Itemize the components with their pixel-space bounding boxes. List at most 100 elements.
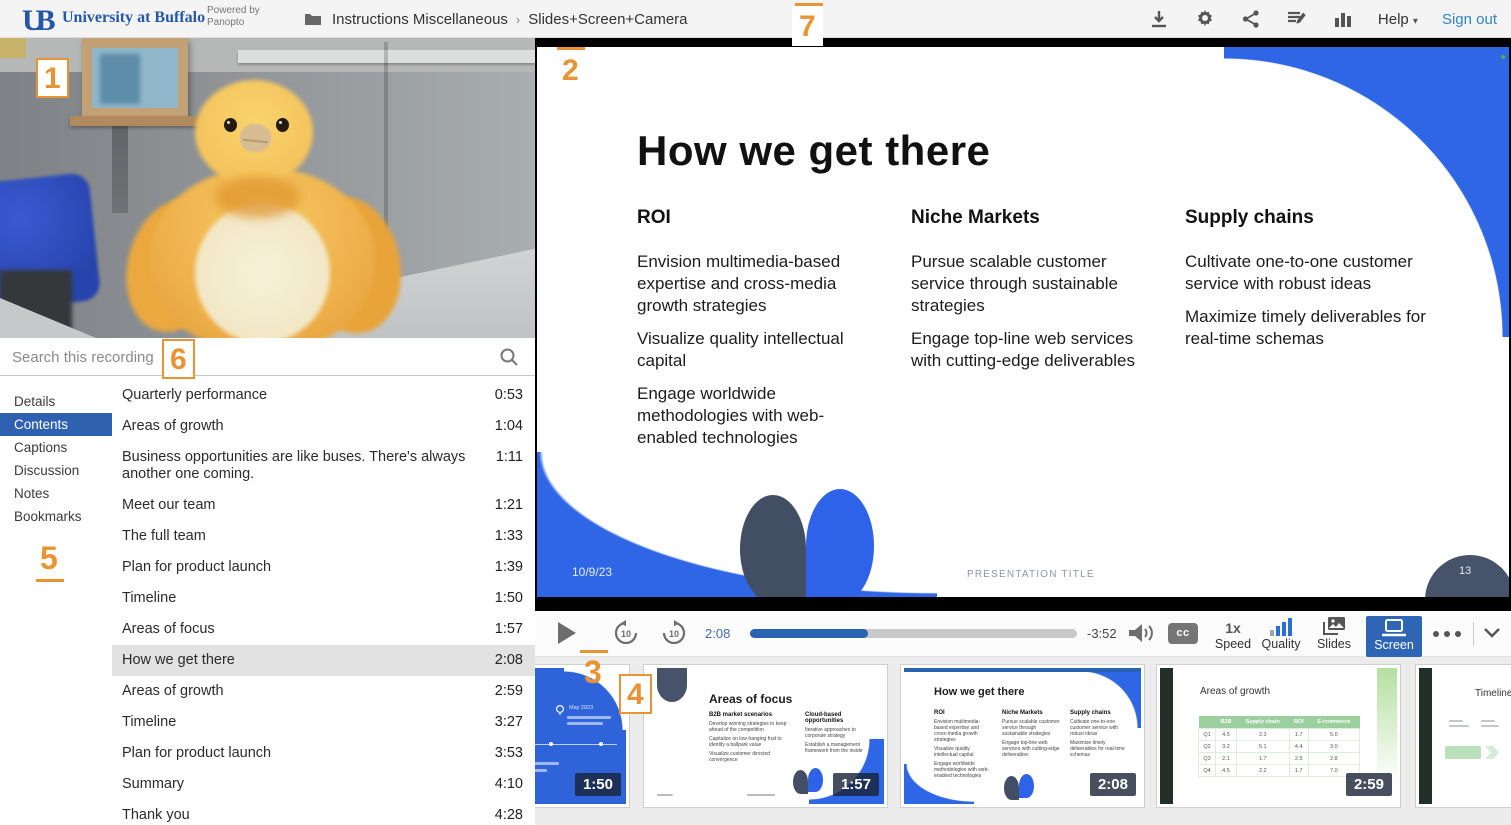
slide-column-niche-markets: Niche Markets Pursue scalable customer s… (911, 207, 1153, 460)
annotation-bar (795, 3, 823, 6)
annotation-label-5: 5 (40, 542, 58, 574)
slide-date: 10/9/23 (572, 565, 612, 579)
captions-toggle[interactable]: cc (1168, 623, 1198, 644)
search-bar (0, 338, 535, 376)
slide-view: How we get there ROI Envision multimedia… (537, 47, 1509, 597)
screen-control-active[interactable]: Screen (1366, 616, 1422, 657)
folder-icon (302, 8, 324, 30)
annotation-bar (580, 650, 608, 653)
overflow-menu-icon[interactable] (1433, 631, 1461, 637)
download-icon[interactable] (1148, 8, 1170, 30)
sign-out-link[interactable]: Sign out (1442, 11, 1497, 28)
thumb-timestamp: 1:50 (575, 773, 621, 796)
thumb-timestamp: 1:57 (833, 773, 879, 796)
sidebar-item-notes[interactable]: Notes (0, 482, 112, 505)
slide-page-number: 13 (1459, 565, 1471, 577)
quality-label: Quality (1255, 637, 1307, 651)
contents-row[interactable]: Areas of focus1:57 (112, 614, 535, 645)
forward-10-icon[interactable]: 10 (661, 620, 687, 646)
help-menu[interactable]: Help ▾ (1378, 11, 1418, 28)
slides-icon (1311, 616, 1357, 636)
slides-control[interactable]: Slides (1311, 616, 1357, 651)
thumbnail-strip: May 2023 1:50 Areas of focus (535, 657, 1511, 825)
contents-row[interactable]: Areas of growth1:04 (112, 411, 535, 442)
contents-row-current[interactable]: How we get there2:08 (112, 645, 535, 676)
sidebar-item-bookmarks[interactable]: Bookmarks (0, 505, 112, 528)
help-caret-icon: ▾ (1413, 16, 1418, 27)
chevron-down-icon[interactable] (1483, 626, 1501, 640)
sidebar-item-contents[interactable]: Contents (0, 413, 112, 436)
contents-row[interactable]: Timeline3:27 (112, 707, 535, 738)
current-time: 2:08 (705, 626, 730, 641)
breadcrumb-parent[interactable]: Instructions Miscellaneous (332, 11, 508, 28)
control-divider (1473, 622, 1474, 646)
slide-column-roi: ROI Envision multimedia-based expertise … (637, 207, 879, 460)
slide-columns: ROI Envision multimedia-based expertise … (637, 207, 1427, 460)
camera-video[interactable] (0, 38, 535, 338)
gear-icon[interactable] (1194, 8, 1216, 30)
thumbnail-areas-of-growth[interactable]: Areas of growth B2B Supply chain ROI E-c… (1156, 664, 1401, 808)
share-icon[interactable] (1240, 8, 1262, 30)
plush-chick-eye (276, 118, 289, 132)
thumbnail-timeline-2[interactable]: Timeline (1415, 664, 1511, 808)
growth-table: B2B Supply chain ROI E-commerce Q14.52.3… (1198, 716, 1360, 777)
speed-label: Speed (1211, 637, 1255, 651)
slides-label: Slides (1311, 637, 1357, 651)
quality-icon (1255, 616, 1307, 636)
thumbnail-areas-of-focus[interactable]: Areas of focus B2B market scenarios Deve… (643, 664, 888, 808)
powered-by-panopto: Powered by Panopto (207, 5, 260, 29)
rewind-10-icon[interactable]: 10 (613, 620, 639, 646)
breadcrumb-separator: › (516, 12, 520, 27)
speed-control[interactable]: 1x Speed (1211, 616, 1255, 651)
edit-icon[interactable] (1286, 8, 1308, 30)
contents-row[interactable]: Quarterly performance0:53 (112, 380, 535, 411)
sidebar-item-discussion[interactable]: Discussion (0, 459, 112, 482)
remaining-time: -3:52 (1087, 626, 1117, 641)
sidebar-item-details[interactable]: Details (0, 390, 112, 413)
play-button[interactable] (558, 622, 576, 644)
contents-row[interactable]: Business opportunities are like buses. T… (112, 442, 535, 490)
annotation-bar (36, 579, 64, 582)
thumbnail-timeline-1[interactable]: May 2023 1:50 (535, 664, 630, 808)
plush-chick-eye (224, 118, 237, 132)
annotation-label-4: 4 (619, 674, 652, 714)
thumbnail-how-we-get-there-current[interactable]: How we get there ROI Envision multimedia… (900, 664, 1145, 808)
logo-petal-blue (806, 489, 874, 597)
player-controls: 10 10 2:08 -3:52 cc 1x Speed Quality (535, 611, 1511, 657)
contents-row[interactable]: The full team1:33 (112, 521, 535, 552)
sidebar-item-captions[interactable]: Captions (0, 436, 112, 459)
contents-row[interactable]: Summary4:10 (112, 769, 535, 800)
contents-row[interactable]: Plan for product launch1:39 (112, 552, 535, 583)
frame-ledge (70, 116, 200, 126)
breadcrumb-current: Slides+Screen+Camera (528, 11, 687, 28)
contents-list: Quarterly performance0:53 Areas of growt… (112, 380, 535, 825)
thumb-slide-title: How we get there (934, 686, 1024, 698)
logo-petal-dark (740, 495, 806, 597)
stats-icon[interactable] (1332, 8, 1354, 30)
contents-row[interactable]: Thank you4:28 (112, 800, 535, 825)
svg-text:10: 10 (621, 629, 631, 639)
top-bar-actions: Help ▾ Sign out (1148, 0, 1497, 38)
thumb-slide-title: Areas of focus (709, 692, 792, 706)
annotation-label-7: 7 (792, 6, 823, 46)
search-input[interactable] (12, 345, 452, 369)
speed-value: 1x (1225, 620, 1241, 636)
slide-stage[interactable]: How we get there ROI Envision multimedia… (535, 38, 1511, 611)
plush-chick-belly (195, 203, 330, 338)
slide-column-supply-chains: Supply chains Cultivate one-to-one custo… (1185, 207, 1427, 460)
quality-control[interactable]: Quality (1255, 616, 1307, 651)
thumb-slide-title: Areas of growth (1200, 686, 1270, 697)
contents-row[interactable]: Areas of growth2:59 (112, 676, 535, 707)
progress-bar[interactable] (750, 629, 1077, 638)
thumb-caption: May 2023 (569, 705, 593, 711)
contents-row[interactable]: Plan for product launch3:53 (112, 738, 535, 769)
contents-row[interactable]: Meet our team1:21 (112, 490, 535, 521)
current-slide-indicator (904, 668, 1141, 672)
left-panel: Details Contents Captions Discussion Not… (0, 38, 535, 825)
volume-icon[interactable] (1127, 621, 1157, 645)
search-icon[interactable] (499, 347, 519, 367)
picture-frame (82, 38, 188, 118)
right-panel: How we get there ROI Envision multimedia… (535, 38, 1511, 825)
contents-row[interactable]: Timeline1:50 (112, 583, 535, 614)
ub-logo: UB (22, 4, 48, 38)
